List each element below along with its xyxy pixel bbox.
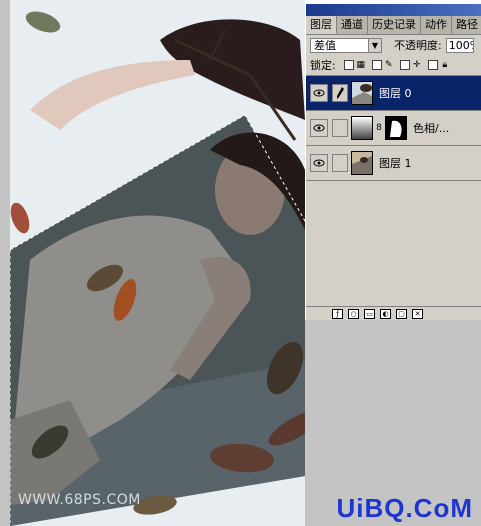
- eye-icon: [313, 124, 325, 132]
- tab-actions[interactable]: 动作: [421, 16, 452, 34]
- chevron-down-icon[interactable]: ▼: [368, 38, 381, 52]
- opacity-input[interactable]: 100%: [445, 37, 474, 53]
- lock-row: 锁定: ▦ ✎ ✛ 🔒︎: [306, 55, 481, 76]
- blend-mode-value: 差值: [314, 39, 336, 52]
- layer-row[interactable]: 8 色相/...: [306, 111, 481, 146]
- add-mask-icon[interactable]: ○: [348, 308, 359, 319]
- layers-palette: 图层 通道 历史记录 动作 路径 差值 ▼ 不透明度: 100% 锁定: ▦ ✎…: [305, 4, 481, 320]
- palette-tabs: 图层 通道 历史记录 动作 路径: [306, 16, 481, 35]
- layer-thumbnail[interactable]: [351, 81, 373, 105]
- layers-list: 图层 0 8 色相/... 图层 1: [306, 76, 481, 290]
- eye-icon: [313, 89, 325, 97]
- lock-all-checkbox[interactable]: [427, 60, 438, 70]
- workspace-background: [0, 0, 10, 526]
- opacity-label: 不透明度:: [394, 39, 442, 52]
- transparency-grid-icon: ▦: [356, 60, 365, 70]
- eye-icon: [313, 159, 325, 167]
- palette-bottom-toolbar: ƒ ○ ▭ ◐ ▢ ✕: [306, 306, 481, 320]
- layer-name[interactable]: 色相/...: [413, 120, 449, 136]
- visibility-toggle[interactable]: [310, 84, 328, 102]
- lock-image-checkbox[interactable]: [371, 60, 382, 70]
- layer-edit-status: [332, 84, 348, 102]
- layer-link-status[interactable]: [332, 119, 348, 137]
- photo-artwork: [10, 0, 305, 526]
- adjustment-layer-thumbnail[interactable]: [351, 116, 373, 140]
- visibility-toggle[interactable]: [310, 154, 328, 172]
- tab-paths[interactable]: 路径: [452, 16, 481, 34]
- layer-name[interactable]: 图层 1: [379, 155, 412, 171]
- new-layer-icon[interactable]: ▢: [396, 308, 407, 319]
- tab-channels[interactable]: 通道: [337, 16, 368, 34]
- layer-thumbnail[interactable]: [351, 151, 373, 175]
- blend-options-row: 差值 ▼ 不透明度: 100%: [306, 35, 481, 55]
- layer-row[interactable]: 图层 0: [306, 76, 481, 111]
- layer-link-status[interactable]: [332, 154, 348, 172]
- palette-titlebar[interactable]: [306, 4, 481, 16]
- layer-row[interactable]: 图层 1: [306, 146, 481, 181]
- tab-history[interactable]: 历史记录: [368, 16, 421, 34]
- document-canvas[interactable]: [10, 0, 305, 526]
- lock-position-checkbox[interactable]: [399, 60, 410, 70]
- trash-icon[interactable]: ✕: [412, 308, 423, 319]
- watermark-text: WWW.68PS.COM: [18, 492, 141, 508]
- layer-style-icon[interactable]: ƒ: [332, 308, 343, 319]
- move-icon: ✛: [412, 60, 421, 70]
- brush-icon: [337, 87, 344, 99]
- adjustment-layer-icon[interactable]: ◐: [380, 308, 391, 319]
- chain-link-icon[interactable]: 8: [375, 123, 383, 133]
- brush-icon: ✎: [384, 60, 393, 70]
- brand-logo-text: UiBQ.CoM: [336, 493, 473, 523]
- tab-layers[interactable]: 图层: [306, 16, 337, 34]
- visibility-toggle[interactable]: [310, 119, 328, 137]
- blend-mode-select[interactable]: 差值 ▼: [310, 37, 382, 53]
- lock-icon: 🔒︎: [442, 60, 448, 70]
- lock-label: 锁定:: [310, 59, 336, 72]
- layer-name[interactable]: 图层 0: [379, 85, 412, 101]
- lock-transparency-checkbox[interactable]: [343, 60, 354, 70]
- layer-mask-thumbnail[interactable]: [385, 116, 407, 140]
- new-group-icon[interactable]: ▭: [364, 308, 375, 319]
